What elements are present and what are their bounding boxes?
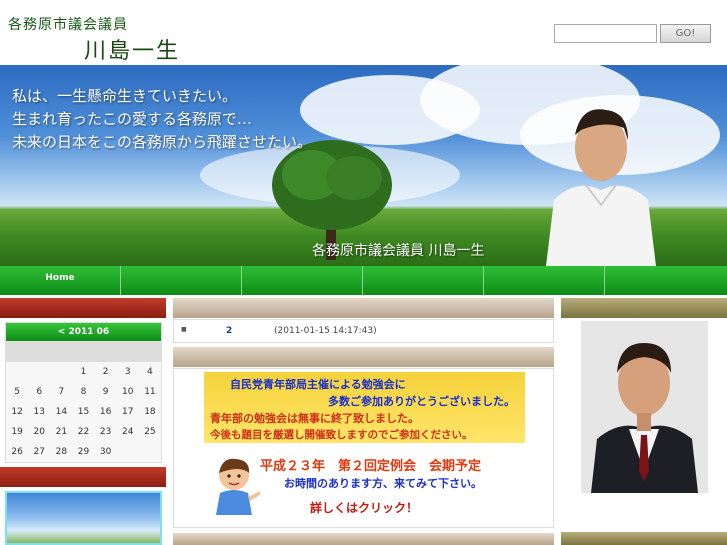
calendar-day[interactable]: 18 (139, 402, 161, 422)
right-section-header (561, 298, 727, 318)
nav-item-6[interactable] (605, 266, 727, 295)
calendar: < 2011 06 1 2 3 4 5 6 7 8 9 10 11 12 13 … (5, 322, 162, 463)
calendar-day[interactable]: 16 (95, 402, 117, 422)
nav-item-2[interactable] (121, 266, 242, 295)
calendar-day[interactable]: 24 (117, 422, 139, 442)
page: 各務原市議会議員 川島一生 GO! 私は、一生懸命生きていきたい。 生まれ育った… (0, 0, 727, 545)
calendar-week-row: 12 13 14 15 16 17 18 (6, 402, 161, 422)
calendar-day[interactable]: 5 (6, 382, 28, 402)
promo-line-1: 自民党青年部局主催による勉強会に (230, 378, 406, 391)
left-section-header (0, 298, 166, 318)
calendar-day[interactable]: 28 (50, 442, 72, 462)
search-go-button[interactable]: GO! (660, 24, 711, 43)
promo-banner[interactable]: 自民党青年部局主催による勉強会に 多数ご参加ありがとうございました。 青年部の勉… (173, 368, 554, 528)
promo-session-title: 平成２３年 第２回定例会 会期予定 (260, 459, 482, 474)
calendar-day[interactable]: 19 (6, 422, 28, 442)
promo-line-3: 青年部の勉強会は無事に終了致しました。 (210, 412, 419, 425)
calendar-weekday-row (6, 341, 161, 362)
calendar-day[interactable]: 17 (117, 402, 139, 422)
calendar-day[interactable]: 13 (28, 402, 50, 422)
calendar-day[interactable]: 20 (28, 422, 50, 442)
calendar-day[interactable]: 25 (139, 422, 161, 442)
calendar-header[interactable]: < 2011 06 (6, 323, 161, 341)
calendar-day[interactable]: 22 (72, 422, 94, 442)
calendar-day[interactable]: 1 (72, 362, 94, 382)
right-section-header-2 (561, 532, 727, 545)
calendar-day[interactable]: 15 (72, 402, 94, 422)
calendar-day[interactable]: 26 (6, 442, 28, 462)
promo-line-2: 多数ご参加ありがとうございました。 (328, 395, 515, 408)
calendar-day[interactable] (28, 362, 50, 382)
calendar-day[interactable]: 12 (6, 402, 28, 422)
calendar-day[interactable]: 7 (50, 382, 72, 402)
calendar-day[interactable]: 10 (117, 382, 139, 402)
calendar-day[interactable]: 21 (50, 422, 72, 442)
hero-banner: 私は、一生懸命生きていきたい。 生まれ育ったこの愛する各務原で… 未来の日本をこ… (0, 65, 727, 266)
nav-item-home[interactable]: Home (0, 266, 121, 295)
calendar-day[interactable]: 2 (95, 362, 117, 382)
center-section-header (173, 298, 554, 318)
calendar-day[interactable] (117, 442, 139, 462)
calendar-day[interactable] (6, 362, 28, 382)
nav-item-3[interactable] (242, 266, 363, 295)
calendar-day[interactable]: 30 (95, 442, 117, 462)
cartoon-boy-illustration (216, 458, 260, 515)
calendar-week-row: 26 27 28 29 30 (6, 442, 161, 462)
calendar-day[interactable]: 29 (72, 442, 94, 462)
site-header: 各務原市議会議員 川島一生 GO! (0, 0, 727, 65)
calendar-day[interactable] (139, 442, 161, 462)
nav-item-5[interactable] (484, 266, 605, 295)
search-input[interactable] (554, 24, 657, 43)
profile-portrait (581, 321, 708, 493)
main-nav: Home (0, 266, 727, 295)
banner-line-2: 生まれ育ったこの愛する各務原で… (12, 110, 253, 128)
site-title[interactable]: 川島一生 (84, 33, 180, 65)
entry-title-link[interactable]: 2 (226, 326, 232, 336)
calendar-day[interactable]: 6 (28, 382, 50, 402)
calendar-week-row: 5 6 7 8 9 10 11 (6, 382, 161, 402)
calendar-day[interactable] (50, 362, 72, 382)
calendar-day[interactable]: 23 (95, 422, 117, 442)
calendar-week-row: 1 2 3 4 (6, 362, 161, 382)
calendar-week-row: 19 20 21 22 23 24 25 (6, 422, 161, 442)
banner-line-3: 未来の日本をこの各務原から飛躍させたい。 (12, 133, 313, 151)
promo-details-link[interactable]: 詳しくはクリック！ (310, 499, 418, 516)
center-section-header-3 (173, 533, 554, 545)
person-photo (546, 109, 656, 266)
banner-line-1: 私は、一生懸命生きていきたい。 (12, 87, 238, 105)
calendar-day[interactable]: 3 (117, 362, 139, 382)
promo-line-4: 今後も題目を厳選し開催致しますのでご参加ください。 (210, 429, 473, 441)
nav-item-4[interactable] (363, 266, 484, 295)
blog-entry-row[interactable]: ■ 2 (2011-01-15 14:17:43) (173, 319, 554, 343)
calendar-day[interactable]: 8 (72, 382, 94, 402)
entry-timestamp: (2011-01-15 14:17:43) (274, 326, 377, 336)
calendar-day[interactable]: 27 (28, 442, 50, 462)
banner-caption: 各務原市議会議員 川島一生 (312, 243, 485, 259)
calendar-day[interactable]: 4 (139, 362, 161, 382)
sidebar-landscape-image[interactable] (5, 491, 162, 545)
site-subtitle: 各務原市議会議員 (8, 17, 128, 33)
center-section-header-2 (173, 347, 554, 367)
calendar-day[interactable]: 11 (139, 382, 161, 402)
promo-session-sub: お時間のあります方、来てみて下さい。 (284, 477, 482, 490)
portrait-photo (581, 321, 708, 493)
calendar-day[interactable]: 14 (50, 402, 72, 422)
bullet-icon: ■ (181, 326, 187, 333)
promo-notice-box: 自民党青年部局主催による勉強会に 多数ご参加ありがとうございました。 青年部の勉… (204, 372, 525, 443)
left-section-header-2 (0, 467, 166, 487)
calendar-day[interactable]: 9 (95, 382, 117, 402)
